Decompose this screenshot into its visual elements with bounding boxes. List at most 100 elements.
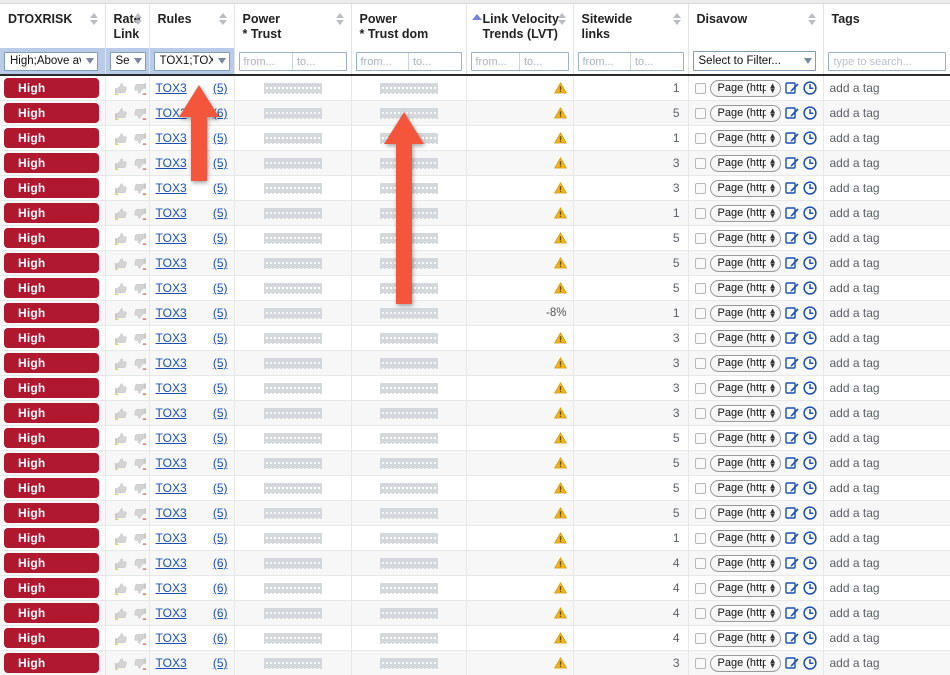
add-tag-cell[interactable]: add a tag	[830, 631, 880, 645]
thumbs-up-icon[interactable]	[114, 257, 127, 270]
add-tag-cell[interactable]: add a tag	[830, 81, 880, 95]
disavow-checkbox[interactable]	[694, 607, 706, 619]
thumbs-down-icon[interactable]	[133, 207, 147, 220]
rule-link[interactable]: TOX3	[156, 656, 187, 670]
add-tag-cell[interactable]: add a tag	[830, 531, 880, 545]
rule-link[interactable]: TOX3	[156, 431, 187, 445]
column-header-disavow[interactable]: Disavow	[688, 4, 824, 48]
thumbs-up-icon[interactable]	[114, 207, 127, 220]
thumbs-down-icon[interactable]	[133, 232, 147, 245]
disavow-scope-select[interactable]: Page (http://c▲▼	[709, 104, 781, 122]
thumbs-up-icon[interactable]	[114, 657, 127, 670]
thumbs-up-icon[interactable]	[114, 532, 127, 545]
history-clock-icon[interactable]	[802, 331, 817, 345]
rule-link[interactable]: TOX3	[156, 581, 187, 595]
sort-arrows-icon-lvt[interactable]	[558, 13, 567, 26]
thumbs-down-icon[interactable]	[133, 382, 147, 395]
disavow-checkbox[interactable]	[694, 157, 706, 169]
table-row[interactable]: High TOX3 (5) 5 Page (http://w▲▼ add a tag	[0, 450, 950, 476]
edit-icon[interactable]	[784, 206, 799, 220]
thumbs-down-icon[interactable]	[133, 582, 147, 595]
rule-count-link[interactable]: (5)	[213, 656, 228, 670]
disavow-scope-select[interactable]: Page (http://w▲▼	[709, 204, 781, 222]
disavow-checkbox[interactable]	[694, 182, 706, 194]
history-clock-icon[interactable]	[802, 131, 817, 145]
disavow-scope-select[interactable]: Page (http://w▲▼	[709, 554, 781, 572]
rate-link-controls[interactable]	[112, 332, 146, 345]
cell-tags[interactable]: add a tag	[823, 150, 950, 176]
table-row[interactable]: High TOX3 (5) 5 Page (http://r▲▼ add a tag	[0, 275, 950, 301]
edit-icon[interactable]	[784, 631, 799, 645]
cell-tags[interactable]: add a tag	[823, 175, 950, 201]
edit-icon[interactable]	[784, 281, 799, 295]
cell-tags[interactable]: add a tag	[823, 475, 950, 501]
add-tag-cell[interactable]: add a tag	[830, 406, 880, 420]
filter-cell-power-trust-dom[interactable]: from... to...	[351, 48, 467, 76]
disavow-scope-select[interactable]: Page (http://w▲▼	[709, 329, 781, 347]
history-clock-icon[interactable]	[802, 431, 817, 445]
thumbs-down-icon[interactable]	[133, 507, 147, 520]
history-clock-icon[interactable]	[802, 81, 817, 95]
rule-link[interactable]: TOX3	[156, 556, 187, 570]
rule-count-link[interactable]: (5)	[213, 506, 228, 520]
rule-link[interactable]: TOX3	[156, 481, 187, 495]
table-row[interactable]: High TOX3 (5) 5 Page (http://r▲▼ add a tag	[0, 250, 950, 276]
disavow-scope-select[interactable]: Page (http://r▲▼	[709, 229, 781, 247]
rate-link-controls[interactable]	[112, 82, 146, 95]
cell-tags[interactable]: add a tag	[823, 425, 950, 451]
rate-link-controls[interactable]	[112, 132, 146, 145]
disavow-checkbox[interactable]	[694, 107, 706, 119]
add-tag-cell[interactable]: add a tag	[830, 431, 880, 445]
table-row[interactable]: High TOX3 (5) -8% 1 Page (http://w▲▼ add a tag	[0, 300, 950, 326]
add-tag-cell[interactable]: add a tag	[830, 281, 880, 295]
history-clock-icon[interactable]	[802, 156, 817, 170]
rate-link-controls[interactable]	[112, 432, 146, 445]
thumbs-down-icon[interactable]	[133, 357, 147, 370]
thumbs-up-icon[interactable]	[114, 432, 127, 445]
edit-icon[interactable]	[784, 556, 799, 570]
cell-tags[interactable]: add a tag	[823, 100, 950, 126]
table-row[interactable]: High TOX3 (5) 3 Page (http://w▲▼ add a tag	[0, 325, 950, 351]
history-clock-icon[interactable]	[802, 381, 817, 395]
rate-link-controls[interactable]	[112, 507, 146, 520]
edit-icon[interactable]	[784, 156, 799, 170]
rate-link-controls[interactable]	[112, 482, 146, 495]
sort-ascending-active-icon[interactable]	[471, 14, 482, 20]
filter-range-sitewide[interactable]: from... to...	[577, 51, 684, 71]
disavow-checkbox[interactable]	[694, 132, 706, 144]
add-tag-cell[interactable]: add a tag	[830, 356, 880, 370]
disavow-checkbox[interactable]	[694, 632, 706, 644]
disavow-scope-select[interactable]: Page (http://r▲▼	[709, 279, 781, 297]
column-header-dtoxrisk[interactable]: DTOXRISK	[0, 4, 106, 48]
history-clock-icon[interactable]	[802, 256, 817, 270]
rule-link[interactable]: TOX3	[156, 81, 187, 95]
disavow-checkbox[interactable]	[694, 332, 706, 344]
thumbs-up-icon[interactable]	[114, 357, 127, 370]
filter-from-lvt[interactable]: from...	[472, 53, 520, 70]
rule-count-link[interactable]: (5)	[213, 406, 228, 420]
rate-link-controls[interactable]	[112, 457, 146, 470]
thumbs-up-icon[interactable]	[114, 157, 127, 170]
disavow-scope-select[interactable]: Page (http://w▲▼	[709, 404, 781, 422]
rule-link[interactable]: TOX3	[156, 131, 187, 145]
rule-count-link[interactable]: (5)	[213, 256, 228, 270]
rule-link[interactable]: TOX3	[156, 631, 187, 645]
disavow-checkbox[interactable]	[694, 307, 706, 319]
history-clock-icon[interactable]	[802, 206, 817, 220]
edit-icon[interactable]	[784, 256, 799, 270]
filter-to-lvt[interactable]: to...	[519, 52, 568, 70]
rule-count-link[interactable]: (5)	[213, 206, 228, 220]
edit-icon[interactable]	[784, 581, 799, 595]
column-header-power-trust[interactable]: Power * Trust	[234, 4, 352, 48]
disavow-scope-select[interactable]: Page (http://w▲▼	[709, 479, 781, 497]
history-clock-icon[interactable]	[802, 481, 817, 495]
table-row[interactable]: High TOX3 (6) 4 Page (http://w▲▼ add a tag	[0, 625, 950, 651]
disavow-scope-select[interactable]: Page (http://w▲▼	[709, 654, 781, 672]
add-tag-cell[interactable]: add a tag	[830, 156, 880, 170]
rule-link[interactable]: TOX3	[156, 256, 187, 270]
disavow-checkbox[interactable]	[694, 457, 706, 469]
add-tag-cell[interactable]: add a tag	[830, 506, 880, 520]
disavow-scope-select[interactable]: Page (http://w▲▼	[709, 79, 781, 97]
rule-link[interactable]: TOX3	[156, 406, 187, 420]
cell-tags[interactable]: add a tag	[823, 600, 950, 626]
